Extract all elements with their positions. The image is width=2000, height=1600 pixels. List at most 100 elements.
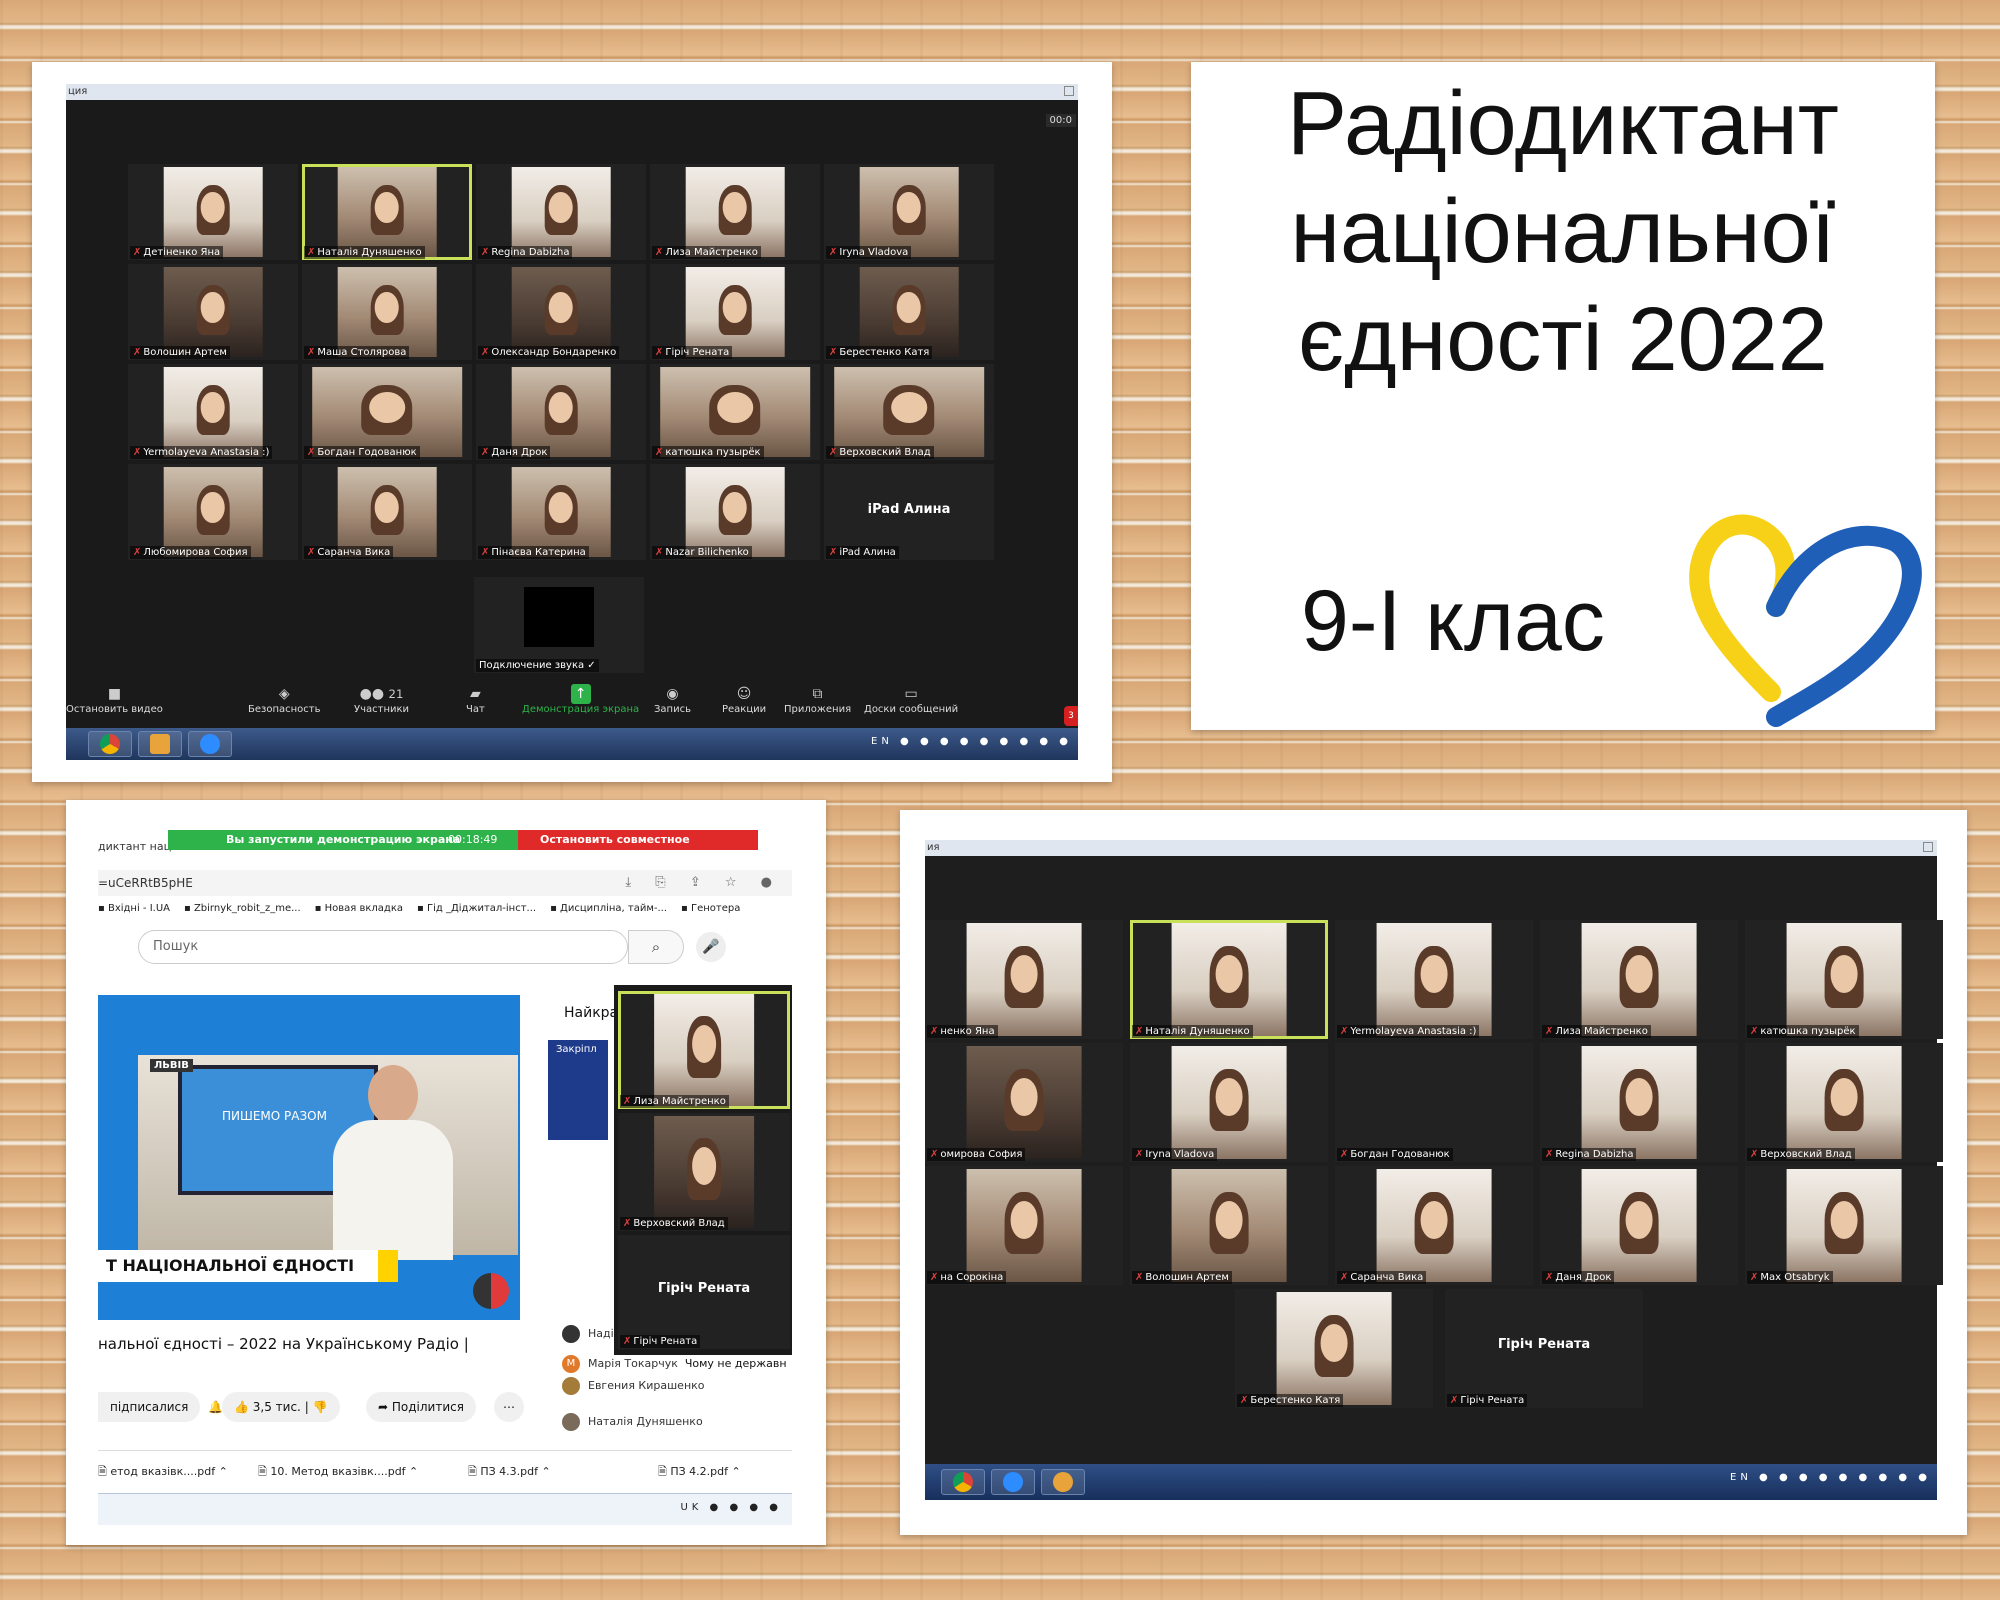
participant-video [685, 167, 785, 257]
taskbar-chrome-button[interactable] [941, 1469, 985, 1495]
participant-tile[interactable]: ✗ Yermolayeva Anastasia :) [1335, 920, 1533, 1039]
stop-share-button[interactable]: Остановить совместное использование [518, 830, 758, 866]
taskbar-chrome-button[interactable] [88, 731, 132, 757]
participant-tile[interactable]: ✗ Лиза Майстренко [1540, 920, 1738, 1039]
participant-name: ✗ Regina Dabizha [1542, 1148, 1637, 1161]
participant-tile[interactable]: ✗ Пінаєва Катерина [476, 464, 646, 560]
video-player[interactable]: ПИШЕМО РАЗОМ ЛЬВІВ Т НАЦІОНАЛЬНОЇ ЄДНОСТ… [98, 995, 520, 1320]
participant-tile[interactable]: ✗ омирова София [925, 1043, 1123, 1162]
participant-tile[interactable]: ✗ Волошин Артем [128, 264, 298, 360]
participant-tile[interactable]: ✗ Берестенко Катя [824, 264, 994, 360]
stop-video-button[interactable]: ■ Остановить видео [66, 684, 163, 715]
participant-tile[interactable]: ✗ Любомирова София [128, 464, 298, 560]
participant-tile[interactable]: ✗ Max Otsabryk [1745, 1166, 1943, 1285]
participant-tile[interactable]: ✗ Даня Дрок [1540, 1166, 1738, 1285]
mic-muted-icon: ✗ [1450, 1395, 1459, 1406]
address-bar[interactable]: =uCeRRtB5pHE ⤓ ⎘ ⇪ ☆ ● [98, 870, 792, 896]
participant-tile[interactable]: ✗ Олександр Бондаренко [476, 264, 646, 360]
participant-name: ✗ катюшка пузырёк [1747, 1025, 1859, 1038]
participant-tile[interactable]: ✗ Саранча Вика [302, 464, 472, 560]
participant-tile[interactable]: ✗ Маша Столярова [302, 264, 472, 360]
mic-muted-icon: ✗ [133, 447, 142, 458]
download-item[interactable]: 🗎 ПЗ 4.2.pdf ⌃ [658, 1463, 741, 1482]
participant-tile[interactable]: Гіріч Рената ✗ Гіріч Рената [1445, 1289, 1643, 1408]
participant-tile[interactable]: ✗ Гіріч Рената [650, 264, 820, 360]
participant-tile[interactable]: ✗ катюшка пузырёк [1745, 920, 1943, 1039]
participant-tile[interactable]: ✗ Nazar Bilichenko [650, 464, 820, 560]
download-item[interactable]: 🗎 10. Метод вказівк....pdf ⌃ [258, 1463, 418, 1482]
download-item[interactable]: 🗎 ПЗ 4.3.pdf ⌃ [468, 1463, 551, 1482]
bookmark-item[interactable]: ▪ Генотера [681, 903, 740, 914]
bookmark-item[interactable]: ▪ Вхідні - I.UA [98, 903, 170, 914]
taskbar-zoom-button[interactable] [991, 1469, 1035, 1495]
participant-tile[interactable]: ✗ Наталія Дуняшенко [302, 164, 472, 260]
participant-tile[interactable]: Гіріч Рената ✗ Гіріч Рената [618, 1235, 790, 1349]
thumb-up-icon: 👍 [234, 1400, 253, 1414]
whiteboard-button[interactable]: ▭ Доски сообщений [864, 684, 958, 715]
window-close-button[interactable] [1064, 86, 1074, 96]
participant-tile[interactable]: ✗ ненко Яна [925, 920, 1123, 1039]
record-button[interactable]: ◉ Запись [654, 684, 691, 715]
zoom-icon [1003, 1472, 1023, 1492]
participant-name: ✗ Regina Dabizha [478, 246, 573, 259]
taskbar-zoom-button[interactable] [188, 731, 232, 757]
participant-tile[interactable]: ✗ Богдан Годованюк [1335, 1043, 1533, 1162]
participant-tile[interactable]: ✗ Детіненко Яна [128, 164, 298, 260]
participant-tile[interactable]: ✗ Даня Дрок [476, 364, 646, 460]
url-action-icons[interactable]: ⤓ ⎘ ⇪ ☆ ● [625, 870, 782, 896]
bookmark-item[interactable]: ▪ Zbirnyk_robit_z_me... [184, 903, 301, 914]
share-button[interactable]: ➦ Поділитися [366, 1392, 476, 1422]
participants-button[interactable]: ●● 21 Участники [354, 684, 409, 715]
bookmark-item[interactable]: ▪ Новая вкладка [315, 903, 403, 914]
chat-icon: ▰ [470, 686, 481, 702]
participant-tile[interactable]: ✗ Лиза Майстренко [618, 991, 790, 1109]
bookmark-item[interactable]: ▪ Дисципліна, тайм-... [550, 903, 667, 914]
chat-button[interactable]: ▰ Чат [466, 684, 485, 715]
apps-button[interactable]: ⧉ Приложения [784, 684, 851, 715]
participant-tile[interactable]: ✗ катюшка пузырёк [650, 364, 820, 460]
download-item[interactable]: 🗎 етод вказівк....pdf ⌃ [98, 1463, 228, 1482]
side-header: Найкра [564, 1005, 619, 1021]
taskbar-paint-button[interactable] [1041, 1469, 1085, 1495]
participant-tile[interactable]: ✗ Берестенко Катя [1235, 1289, 1433, 1408]
search-icon: ⌕ [651, 938, 661, 956]
search-button[interactable]: ⌕ [628, 930, 684, 964]
participant-tile[interactable]: ✗ Верховский Влад [824, 364, 994, 460]
participant-tile[interactable]: ✗ Лиза Майстренко [650, 164, 820, 260]
participant-tile[interactable]: ✗ Верховский Влад [618, 1113, 790, 1231]
participant-tile[interactable]: ✗ Iryna Vladova [1130, 1043, 1328, 1162]
security-button[interactable]: ◈ Безопасность [248, 684, 321, 715]
taskbar-app-button[interactable] [138, 731, 182, 757]
mic-muted-icon: ✗ [655, 447, 664, 458]
reactions-button[interactable]: ☺ Реакции [722, 684, 766, 715]
participant-tile[interactable]: ✗ Yermolayeva Anastasia :) [128, 364, 298, 460]
participant-tile[interactable]: ✗ Волошин Артем [1130, 1166, 1328, 1285]
paint-icon [150, 734, 170, 754]
whiteboard-icon: ▭ [904, 686, 918, 702]
participant-video [337, 467, 437, 557]
window-close-button[interactable] [1923, 842, 1933, 852]
like-button[interactable]: 👍 3,5 тис. | 👎 [222, 1392, 340, 1422]
participant-tile[interactable]: iPad Алина ✗ iPad Алина [824, 464, 994, 560]
ukraine-heart-icon [1689, 514, 1922, 727]
participant-video [163, 167, 263, 257]
participant-video [1171, 923, 1287, 1036]
search-input[interactable]: Пошук [138, 930, 628, 964]
participant-tile[interactable]: ✗ на Сорокіна [925, 1166, 1123, 1285]
participant-tile[interactable]: ✗ Наталія Дуняшенко [1130, 920, 1328, 1039]
participant-tile[interactable]: ✗ Regina Dabizha [476, 164, 646, 260]
participant-tile[interactable]: ✗ Саранча Вика [1335, 1166, 1533, 1285]
participant-video [966, 1169, 1082, 1282]
bookmark-item[interactable]: ▪ Гід _Діджитал-інст... [417, 903, 536, 914]
share-screen-button[interactable]: ↑ Демонстрация экрана [522, 684, 639, 715]
participant-tile[interactable]: ✗ Богдан Годованюк [302, 364, 472, 460]
participant-tile[interactable]: ✗ Iryna Vladova [824, 164, 994, 260]
lower-third: Т НАЦІОНАЛЬНОЇ ЄДНОСТІ [98, 1250, 398, 1282]
participant-tile[interactable]: ✗ Regina Dabizha [1540, 1043, 1738, 1162]
participant-tile[interactable]: ✗ Верховский Влад [1745, 1043, 1943, 1162]
audio-connect-tile[interactable]: Подключение звука ✓ [474, 577, 644, 673]
more-button[interactable]: ⋯ [494, 1392, 524, 1422]
participant-name: ✗ Любомирова София [130, 546, 251, 559]
subscribed-button[interactable]: підписалися [98, 1392, 201, 1422]
voice-search-button[interactable]: 🎤 [696, 932, 726, 962]
